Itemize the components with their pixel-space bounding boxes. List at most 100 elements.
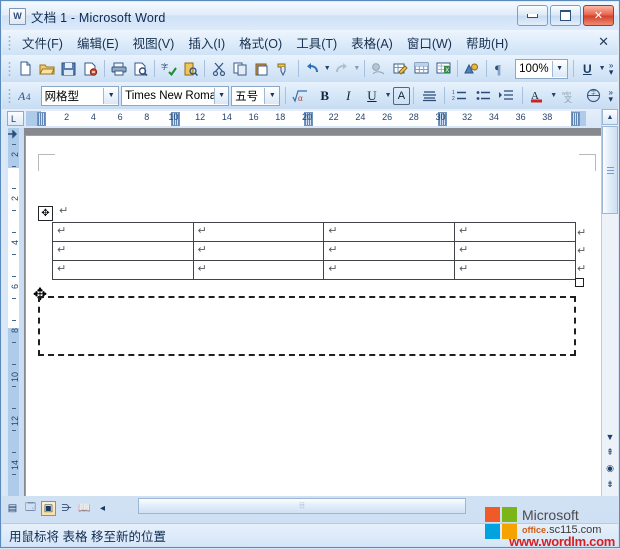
maximize-button[interactable] <box>550 5 581 26</box>
formatting-toolbar-grip[interactable] <box>8 88 11 103</box>
minimize-button[interactable] <box>517 5 548 26</box>
font-color-icon[interactable]: A <box>526 84 550 108</box>
italic-icon[interactable]: I <box>336 84 360 108</box>
font-size-dropdown-arrow-icon[interactable]: ▼ <box>264 87 280 104</box>
horizontal-ruler-strip[interactable]: 2 4 6 8 10 12 14 16 18 20 22 24 26 28 30 32 34 36 38 <box>26 111 586 126</box>
view-normal[interactable]: ▤ <box>5 501 20 516</box>
enclose-characters-icon[interactable]: 字 <box>582 84 606 108</box>
distributed-align-icon[interactable] <box>417 84 441 108</box>
horizontal-scrollbar[interactable]: ⦙⦙⦙ <box>138 498 466 514</box>
menu-edit[interactable]: 编辑(E) <box>70 31 126 54</box>
zoom-combo[interactable]: 100% ▼ <box>515 58 568 79</box>
menu-view[interactable]: 视图(V) <box>126 31 182 54</box>
numbered-list-icon[interactable]: 12 <box>448 84 472 108</box>
undo-icon[interactable] <box>302 57 324 81</box>
horizontal-scroll-track[interactable]: ⦙⦙⦙ <box>138 498 466 514</box>
menu-format[interactable]: 格式(O) <box>232 31 289 54</box>
close-button[interactable]: ✕ <box>583 5 614 26</box>
menu-window[interactable]: 窗口(W) <box>400 31 459 54</box>
menu-table[interactable]: 表格(A) <box>344 31 400 54</box>
print-icon[interactable] <box>108 57 130 81</box>
insert-table-icon[interactable] <box>411 57 433 81</box>
table-cell[interactable]: ↵ <box>454 222 576 242</box>
table-row[interactable]: ↵ ↵ ↵ ↵ <box>52 260 576 280</box>
new-document-icon[interactable] <box>15 57 37 81</box>
insert-hyperlink-icon[interactable] <box>368 57 390 81</box>
scroll-down-button[interactable]: ▼ <box>603 429 617 444</box>
previous-page-button[interactable]: ⇞ <box>603 445 617 460</box>
bulleted-list-icon[interactable] <box>471 84 495 108</box>
character-border-icon[interactable]: A <box>392 86 411 105</box>
close-document-button[interactable]: ✕ <box>598 34 609 50</box>
style-combo[interactable]: 网格型 ▼ <box>40 85 120 106</box>
table-cell[interactable]: ↵ <box>454 260 576 280</box>
table-cell[interactable]: ↵ <box>323 260 456 280</box>
help-underline-button[interactable]: U <box>576 57 598 81</box>
view-print-layout[interactable]: ▣ <box>41 500 56 516</box>
show-formatting-marks-icon[interactable]: ¶ <box>490 57 512 81</box>
document-page[interactable]: ✥ ↵ ↵ ↵ ↵ ↵ ↵ ↵ ↵ ↵ ↵ ↵ ↵ ↵ ↵ ↵ ↵ ✥ <box>26 136 604 496</box>
paste-icon[interactable] <box>251 57 273 81</box>
drawing-icon[interactable] <box>461 57 483 81</box>
table-cell[interactable]: ↵ <box>52 241 194 261</box>
font-combo[interactable]: Times New Roma ▼ <box>121 85 230 106</box>
style-dropdown-arrow-icon[interactable]: ▼ <box>103 87 119 104</box>
ruler-tab-stop[interactable] <box>37 112 46 126</box>
formatting-toolbar-overflow-button[interactable]: » ▾ <box>605 84 616 108</box>
undo-dropdown-arrow-icon[interactable]: ▼ <box>323 58 331 80</box>
save-icon[interactable] <box>58 57 80 81</box>
scroll-up-button[interactable]: ▲ <box>602 109 618 125</box>
horizontal-scroll-left-button[interactable]: ◂ <box>95 501 110 516</box>
standard-toolbar-grip[interactable] <box>8 61 11 76</box>
table-cell[interactable]: ↵ <box>192 222 325 242</box>
font-size-combo[interactable]: 五号 ▼ <box>231 85 281 106</box>
insert-excel-worksheet-icon[interactable]: X <box>433 57 455 81</box>
document-table[interactable]: ↵ ↵ ↵ ↵ ↵ ↵ ↵ ↵ ↵ ↵ ↵ ↵ <box>52 222 576 280</box>
table-cell[interactable]: ↵ <box>52 222 194 242</box>
research-icon[interactable] <box>180 57 202 81</box>
styles-and-formatting-icon[interactable]: A4 <box>15 84 39 108</box>
tables-and-borders-icon[interactable] <box>389 57 411 81</box>
bold-icon[interactable]: B <box>313 84 337 108</box>
vertical-ruler[interactable]: 2 2 4 6 8 10 12 14 <box>2 128 25 496</box>
table-resize-handle-icon[interactable] <box>575 278 584 287</box>
redo-dropdown-arrow-icon[interactable]: ▼ <box>353 58 361 80</box>
permission-icon[interactable] <box>80 57 102 81</box>
table-cell[interactable]: ↵ <box>323 222 456 242</box>
increase-indent-icon[interactable] <box>495 84 519 108</box>
table-cell[interactable]: ↵ <box>52 260 194 280</box>
menu-insert[interactable]: 插入(I) <box>181 31 232 54</box>
menu-tools[interactable]: 工具(T) <box>289 31 344 54</box>
print-preview-icon[interactable] <box>130 57 152 81</box>
vertical-scroll-thumb[interactable] <box>602 126 618 214</box>
document-canvas[interactable]: ✥ ↵ ↵ ↵ ↵ ↵ ↵ ↵ ↵ ↵ ↵ ↵ ↵ ↵ ↵ ↵ ↵ ✥ <box>24 128 604 496</box>
top-margin-indent-marker[interactable] <box>7 128 19 139</box>
copy-icon[interactable] <box>230 57 252 81</box>
cut-scissors-icon[interactable] <box>208 57 230 81</box>
ruler-tab-stop[interactable] <box>571 112 580 126</box>
menu-drag-grip[interactable] <box>8 35 11 50</box>
underline-dropdown-arrow-icon[interactable]: ▼ <box>384 85 393 107</box>
vertical-scrollbar[interactable]: ▲ ▼ ⇞ ◉ ⇟ <box>601 109 618 496</box>
table-move-handle-icon[interactable]: ✥ <box>38 206 53 221</box>
next-page-button[interactable]: ⇟ <box>603 477 617 492</box>
format-painter-icon[interactable] <box>273 57 295 81</box>
spelling-check-icon[interactable]: 字 <box>158 57 180 81</box>
open-folder-icon[interactable] <box>36 57 58 81</box>
tab-stop-selector[interactable]: L <box>7 111 24 126</box>
font-dropdown-arrow-icon[interactable]: ▼ <box>213 87 229 104</box>
view-reading-layout[interactable]: 📖 <box>77 501 92 516</box>
font-color-dropdown-arrow-icon[interactable]: ▼ <box>549 85 558 107</box>
view-web-layout[interactable]: 🗔 <box>23 501 38 516</box>
redo-icon[interactable] <box>331 57 353 81</box>
table-row[interactable]: ↵ ↵ ↵ ↵ <box>52 241 576 261</box>
table-row[interactable]: ↵ ↵ ↵ ↵ <box>52 222 576 242</box>
horizontal-ruler[interactable]: L 2 4 6 8 10 12 14 16 18 20 22 24 26 28 30 32 34 36 38 <box>2 109 604 129</box>
math-formula-icon[interactable]: α <box>289 84 313 108</box>
underline-icon[interactable]: U <box>360 84 384 108</box>
table-cell[interactable]: ↵ <box>323 241 456 261</box>
zoom-dropdown-arrow-icon[interactable]: ▼ <box>551 60 567 77</box>
table-cell[interactable]: ↵ <box>454 241 576 261</box>
select-browse-object-button[interactable]: ◉ <box>603 461 617 476</box>
table-cell[interactable]: ↵ <box>192 260 325 280</box>
